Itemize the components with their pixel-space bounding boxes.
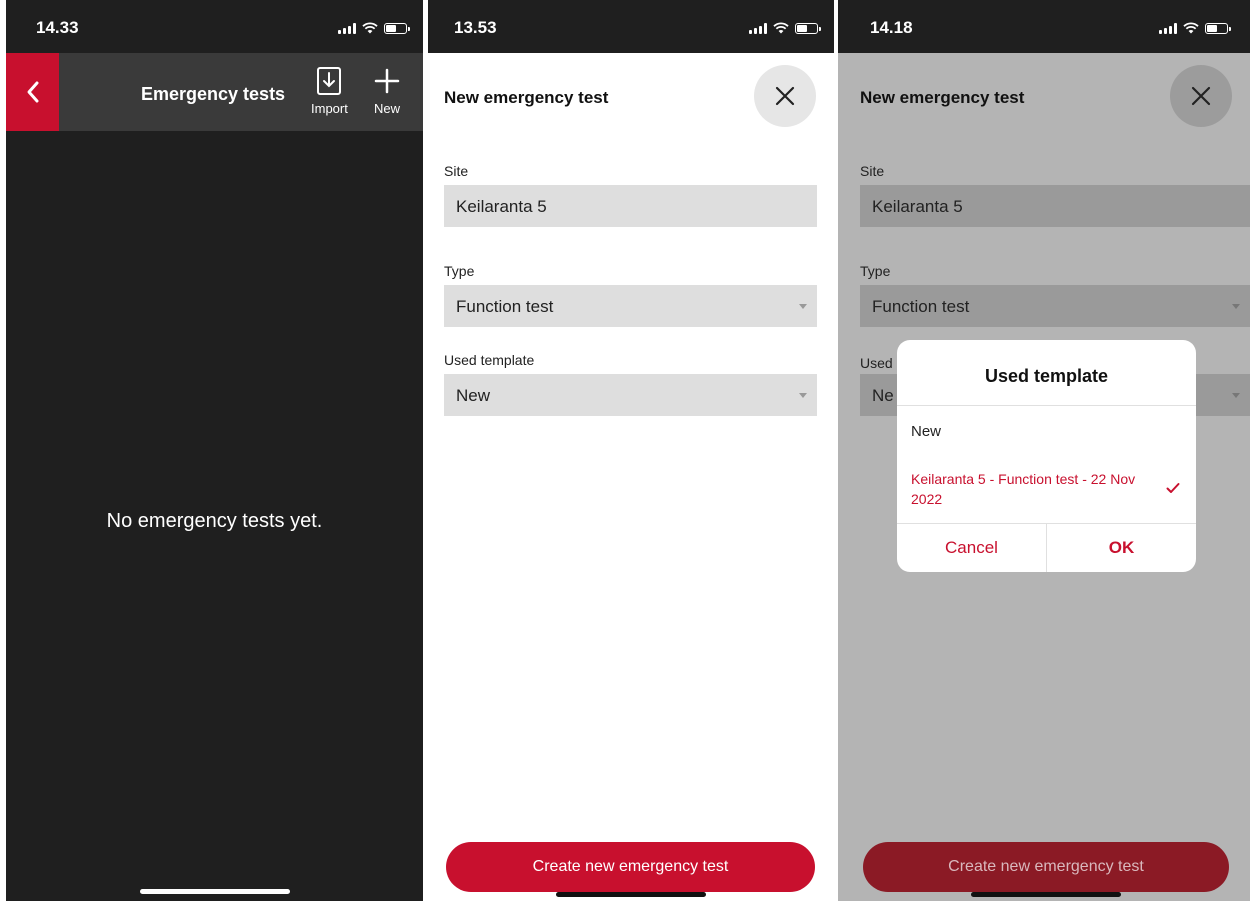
site-field[interactable]: Keilaranta 5 bbox=[860, 185, 1250, 227]
status-bar: 13.53 bbox=[428, 0, 834, 53]
checkmark-icon bbox=[1166, 483, 1180, 493]
form-title: New emergency test bbox=[860, 88, 1025, 107]
home-indicator bbox=[971, 892, 1121, 897]
site-label: Site bbox=[860, 163, 885, 179]
import-icon bbox=[317, 67, 342, 95]
site-value: Keilaranta 5 bbox=[872, 197, 963, 216]
template-picker-screen: 14.18 New emergency test Site Keilaranta… bbox=[838, 0, 1250, 901]
template-option-selected[interactable]: Keilaranta 5 - Function test - 22 Nov 20… bbox=[911, 469, 1151, 509]
import-label: Import bbox=[311, 101, 348, 116]
template-label: Used template bbox=[444, 352, 535, 368]
template-dropdown[interactable]: New bbox=[444, 374, 817, 416]
status-bar: 14.18 bbox=[838, 0, 1250, 53]
type-label: Type bbox=[860, 263, 891, 279]
divider bbox=[897, 405, 1196, 406]
type-value: Function test bbox=[872, 297, 970, 316]
ok-button[interactable]: OK bbox=[1047, 523, 1196, 572]
empty-state-text: No emergency tests yet. bbox=[106, 510, 323, 532]
plus-icon bbox=[374, 68, 400, 94]
dropdown-arrow-icon bbox=[1232, 304, 1240, 309]
template-value: Ne bbox=[872, 386, 894, 405]
new-button[interactable]: New bbox=[373, 67, 401, 116]
template-option-new[interactable]: New bbox=[911, 423, 1182, 440]
home-indicator bbox=[556, 892, 706, 897]
dropdown-arrow-icon bbox=[799, 304, 807, 309]
type-value: Function test bbox=[456, 297, 554, 316]
status-time: 14.18 bbox=[870, 18, 913, 37]
signal-icon bbox=[1159, 22, 1177, 34]
chevron-left-icon bbox=[27, 81, 38, 103]
import-button[interactable]: Import bbox=[311, 67, 348, 116]
battery-icon bbox=[795, 22, 821, 34]
page-title: Emergency tests bbox=[141, 84, 286, 104]
battery-icon bbox=[1205, 22, 1231, 34]
type-dropdown[interactable]: Function test bbox=[860, 285, 1250, 327]
back-button[interactable] bbox=[6, 53, 59, 131]
wifi-icon bbox=[362, 22, 378, 34]
battery-icon bbox=[384, 22, 410, 34]
close-icon bbox=[775, 86, 795, 106]
create-test-button[interactable]: Create new emergency test bbox=[863, 842, 1229, 892]
new-label: New bbox=[373, 101, 400, 116]
emergency-tests-screen: 14.33 Emergency tests Import New No emer… bbox=[6, 0, 423, 901]
template-value: New bbox=[456, 386, 491, 405]
signal-icon bbox=[749, 22, 767, 34]
type-label: Type bbox=[444, 263, 475, 279]
status-bar: 14.33 bbox=[6, 0, 423, 53]
dialog-title: Used template bbox=[984, 366, 1109, 386]
form-title: New emergency test bbox=[444, 88, 609, 107]
close-icon bbox=[1191, 86, 1211, 106]
type-dropdown[interactable]: Function test bbox=[444, 285, 817, 327]
wifi-icon bbox=[1183, 22, 1199, 34]
template-label: Used bbox=[860, 355, 893, 371]
wifi-icon bbox=[773, 22, 789, 34]
dropdown-arrow-icon bbox=[799, 393, 807, 398]
site-label: Site bbox=[444, 163, 469, 179]
status-time: 14.33 bbox=[36, 18, 79, 37]
status-time: 13.53 bbox=[454, 18, 497, 37]
cancel-button[interactable]: Cancel bbox=[897, 523, 1046, 572]
create-test-button[interactable]: Create new emergency test bbox=[446, 842, 815, 892]
site-value: Keilaranta 5 bbox=[456, 197, 547, 216]
site-field[interactable]: Keilaranta 5 bbox=[444, 185, 817, 227]
close-button[interactable] bbox=[754, 65, 816, 127]
template-dialog: Used template New Keilaranta 5 - Functio… bbox=[897, 340, 1196, 572]
dropdown-arrow-icon bbox=[1232, 393, 1240, 398]
nav-bar: Emergency tests Import New bbox=[6, 53, 423, 131]
home-indicator bbox=[140, 889, 290, 894]
new-emergency-test-screen: 13.53 New emergency test Site Keilaranta… bbox=[428, 0, 834, 901]
signal-icon bbox=[338, 22, 356, 34]
close-button[interactable] bbox=[1170, 65, 1232, 127]
